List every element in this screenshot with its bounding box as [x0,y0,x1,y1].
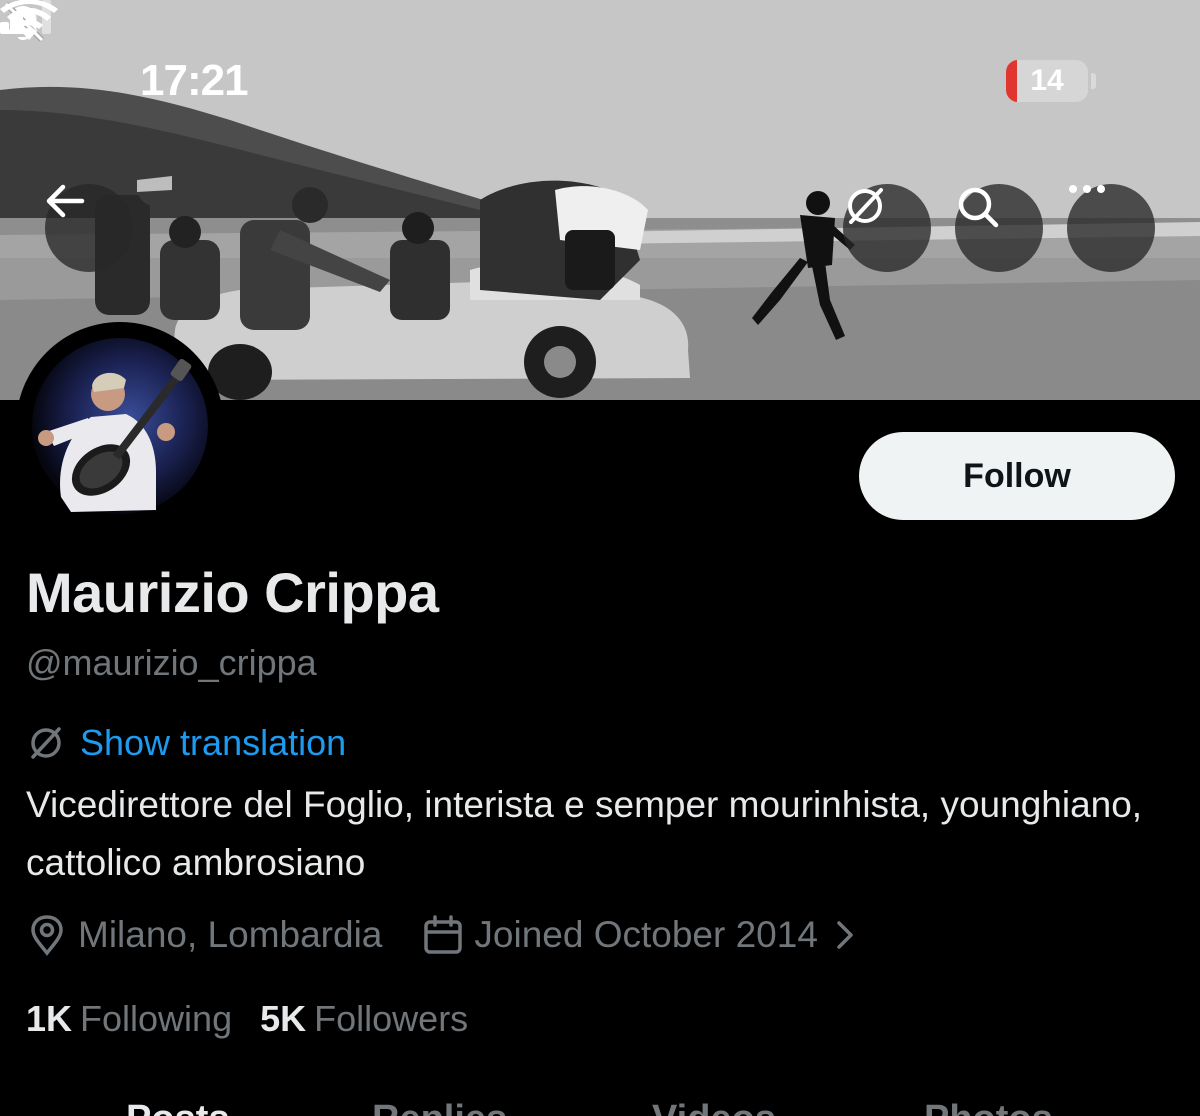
more-button[interactable] [1067,184,1155,272]
profile-name: Maurizio Crippa [26,561,439,624]
translate-button[interactable] [843,184,931,272]
profile-bio: Vicedirettore del Foglio, interista e se… [26,784,1143,883]
tab-photos[interactable]: Photos [924,1098,1053,1116]
profile-stats: 1K Following 5K Followers [26,998,468,1040]
follow-button[interactable]: Follow [859,432,1175,520]
avatar[interactable] [16,322,224,530]
followers-count: 5K [260,998,307,1039]
translate-icon [31,727,61,759]
tab-videos[interactable]: Videos [652,1098,776,1116]
profile-tabs: Posts Replies Videos Photos [0,1098,1200,1116]
profile-handle: @maurizio_crippa [26,642,317,683]
followers-label: Followers [314,998,469,1039]
show-translation-link[interactable]: Show translation [80,722,346,764]
following-count: 1K [26,998,73,1039]
battery-level: 14 [1030,64,1064,97]
back-button[interactable] [45,184,133,272]
tab-replies[interactable]: Replies [372,1098,507,1116]
calendar-icon [424,915,463,954]
search-button[interactable] [955,184,1043,272]
tab-posts[interactable]: Posts [126,1098,229,1116]
following-label: Following [80,998,233,1039]
back-arrow-icon [46,184,85,218]
profile-joined[interactable]: Joined October 2014 [474,914,818,956]
more-icon [1069,185,1105,193]
followers-link[interactable]: 5K Followers [260,998,468,1040]
profile-page: 17:21 14 Follow Maurizio Crippa @maurizi… [0,0,1200,1116]
search-icon [958,187,999,228]
location-pin-icon [31,915,63,956]
profile-meta: Milano, Lombardia Joined October 2014 [26,914,860,956]
battery-icon: 14 [1006,60,1088,102]
profile-location: Milano, Lombardia [78,914,383,955]
avatar-photo [32,338,208,514]
following-link[interactable]: 1K Following [26,998,232,1040]
wifi-icon [0,0,58,40]
chevron-right-icon[interactable] [830,917,860,953]
translate-icon [848,188,883,224]
show-translation-row[interactable]: Show translation [26,722,346,764]
status-time: 17:21 [140,56,249,105]
profile-banner-image[interactable]: 17:21 14 [0,0,1200,400]
battery-cap [1091,73,1096,89]
